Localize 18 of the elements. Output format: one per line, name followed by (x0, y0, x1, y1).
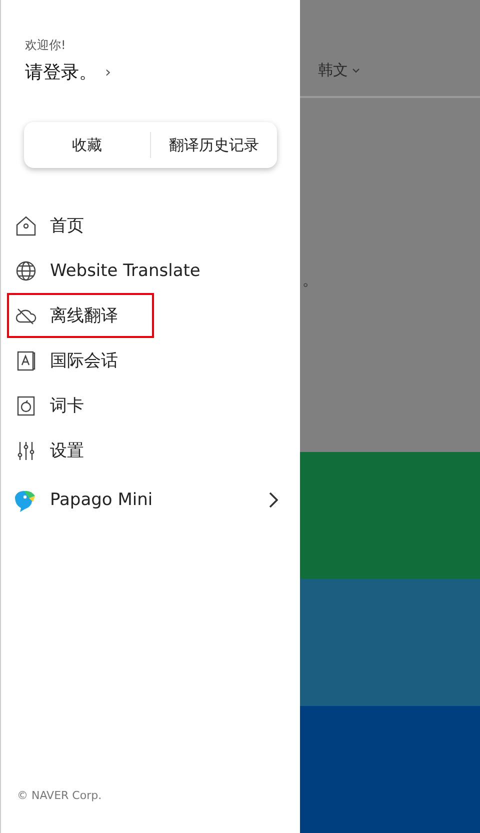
menu-item[interactable]: Papago Mini (7, 477, 300, 522)
menu-item[interactable]: 词卡 (7, 383, 300, 428)
menu-item[interactable]: 设置 (7, 428, 300, 473)
menu-item[interactable]: 国际会话 (7, 338, 300, 383)
menu-item[interactable]: Website Translate (7, 248, 300, 293)
language-selector[interactable]: 韩文 (318, 61, 360, 80)
menu-item[interactable]: 离线翻译 (7, 293, 154, 338)
home-icon (14, 214, 38, 238)
login-link[interactable]: 请登录。 › (25, 60, 300, 84)
greeting: 欢迎你! (25, 37, 67, 54)
shortcut-button[interactable]: 翻译历史记录 (151, 122, 277, 168)
shortcut-button[interactable]: 收藏 (24, 122, 150, 168)
globe-icon (14, 258, 38, 282)
caret-icon (352, 68, 360, 73)
menu-item[interactable]: 首页 (7, 203, 300, 248)
source-text: 。 (302, 269, 319, 291)
chevron-icon (268, 492, 278, 508)
copyright: © NAVER Corp. (17, 789, 103, 802)
